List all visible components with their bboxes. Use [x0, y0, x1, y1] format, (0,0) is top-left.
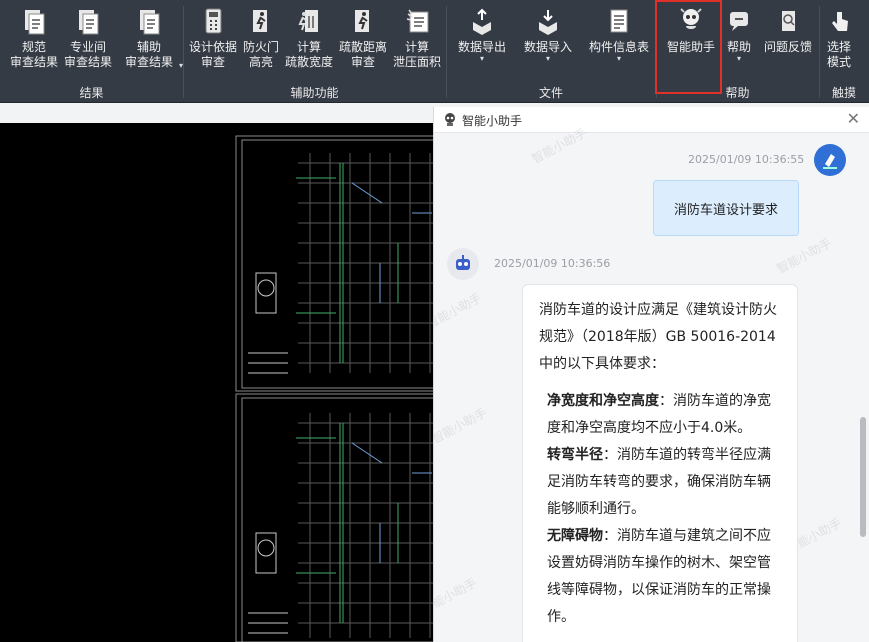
button-label: 辅助 审查结果 — [124, 40, 173, 69]
robot-assistant-icon — [456, 255, 470, 270]
button-label: 数据导出 — [457, 40, 506, 54]
button-label: 选择 模式 — [826, 40, 851, 69]
button-label: 疏散距离 审查 — [338, 40, 387, 69]
chat-header: 智能小助手 ✕ — [434, 107, 869, 133]
highlight-box — [655, 0, 722, 94]
cad-drawing — [235, 135, 435, 642]
feedback-clipboard-icon — [782, 11, 795, 31]
user-message-bubble: 消防车道设计要求 — [653, 180, 799, 236]
bot-intro-text: 消防车道的设计应满足《建筑设计防火规范》（2018年版）GB 50016-201… — [539, 302, 777, 372]
upload-box-icon — [473, 8, 491, 35]
watermark: 智能小助手 — [433, 290, 485, 332]
touch-hand-icon — [832, 12, 848, 31]
watermark: 智能小助手 — [774, 235, 835, 277]
assistant-chat-panel: 智能小助手 ✕ 智能小助手 智能小助手 智能小助手 智能小助手 智能小助手 智能… — [433, 107, 869, 642]
evacuation-distance-review-button[interactable]: 疏散距离 审查 — [337, 6, 389, 84]
fire-door-highlight-button[interactable]: 防火门 高亮 — [241, 6, 281, 84]
chevron-down-icon[interactable]: ▾ — [737, 55, 741, 63]
evacuation-width-calc-button[interactable]: 计算 疏散宽度 — [284, 6, 334, 84]
auxiliary-review-result-button[interactable]: 辅助 审查结果 ▾ — [122, 6, 183, 84]
robot-assistant-icon — [445, 113, 455, 126]
exit-running-man-icon — [253, 10, 267, 32]
button-label: 设计依据 审查 — [189, 40, 238, 69]
document-stack-icon — [79, 10, 99, 35]
design-basis-review-button[interactable]: 设计依据 审查 — [189, 6, 237, 84]
chat-scrollbar[interactable] — [860, 417, 866, 537]
chevron-down-icon[interactable]: ▾ — [617, 55, 621, 63]
chat-title: 智能小助手 — [462, 114, 523, 128]
user-message-text: 消防车道设计要求 — [673, 202, 778, 218]
group-label-auxiliary: 辅助功能 — [290, 86, 339, 100]
button-label: 数据导入 — [523, 40, 572, 54]
list-item: 转弯半径：消防车道的转弯半径应满足消防车转弯的要求，确保消防车辆能够顺利通行。 — [539, 442, 781, 523]
feedback-button[interactable]: 问题反馈 — [760, 6, 816, 84]
button-label: 计算 疏散宽度 — [284, 40, 333, 69]
chevron-down-icon[interactable]: ▾ — [546, 55, 550, 63]
button-label: 防火门 高亮 — [242, 40, 279, 69]
user-avatar — [814, 144, 846, 176]
help-chat-icon — [730, 12, 748, 31]
cad-canvas[interactable] — [0, 123, 435, 642]
chevron-down-icon[interactable]: ▾ — [480, 55, 484, 63]
download-box-icon — [539, 10, 557, 35]
pressure-relief-area-calc-button[interactable]: 计算 泄压面积 — [392, 6, 442, 84]
component-info-table-button[interactable]: 构件信息表 ▾ — [586, 6, 652, 84]
group-label-touch: 触摸 — [831, 86, 856, 100]
calculator-icon — [205, 8, 222, 34]
table-sheet-icon — [610, 9, 628, 33]
item-title: 无障碍物 — [547, 528, 603, 544]
bot-message-time: 2025/01/09 10:36:56 — [494, 257, 611, 270]
close-icon[interactable]: ✕ — [847, 109, 860, 128]
group-label-file: 文件 — [538, 86, 563, 100]
standard-review-result-button[interactable]: 规范 审查结果 — [10, 6, 59, 84]
exit-running-man-icon — [355, 10, 369, 32]
ribbon-toolbar: 规范 审查结果 专业间 审查结果 辅助 审查结果 ▾ 设计依据 审查 防火门 高… — [0, 0, 869, 103]
evacuation-icon — [298, 10, 318, 32]
button-label: 问题反馈 — [763, 40, 812, 54]
item-title: 净宽度和净空高度 — [547, 393, 659, 409]
watermark: 智能小助手 — [433, 575, 480, 617]
user-avatar-icon — [823, 154, 837, 169]
button-label: 构件信息表 — [588, 40, 649, 54]
data-import-button[interactable]: 数据导入 ▾ — [520, 6, 576, 84]
user-message-time: 2025/01/09 10:36:55 — [688, 153, 805, 166]
document-stack-icon — [25, 10, 45, 35]
watermark: 智能小助手 — [433, 405, 490, 447]
button-label: 规范 审查结果 — [10, 40, 59, 69]
list-item: 净宽度和净空高度：消防车道的净宽度和净空高度均不应小于4.0米。 — [539, 388, 781, 442]
button-label: 专业间 审查结果 — [63, 40, 112, 69]
button-label: 帮助 — [726, 40, 751, 54]
explosion-panel-icon — [406, 9, 429, 33]
data-export-button[interactable]: 数据导出 ▾ — [454, 6, 510, 84]
select-mode-button[interactable]: 选择 模式 — [823, 6, 855, 84]
item-title: 转弯半径 — [547, 447, 603, 463]
group-label-results: 结果 — [79, 86, 104, 100]
cross-discipline-review-result-button[interactable]: 专业间 审查结果 — [62, 6, 114, 84]
button-label: 计算 泄压面积 — [392, 40, 441, 69]
document-stack-icon — [140, 10, 160, 35]
list-item: 无障碍物：消防车道与建筑之间不应设置妨碍消防车操作的树木、架空管线等障碍物，以保… — [539, 523, 781, 631]
bot-avatar — [447, 248, 479, 280]
help-button[interactable]: 帮助 ▾ — [723, 6, 755, 84]
bot-message-bubble: 消防车道的设计应满足《建筑设计防火规范》（2018年版）GB 50016-201… — [522, 284, 798, 642]
